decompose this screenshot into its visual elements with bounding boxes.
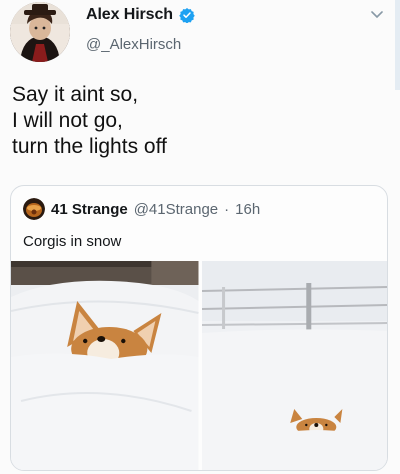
quoted-avatar[interactable] xyxy=(23,198,45,220)
quoted-separator: · xyxy=(224,200,230,218)
tweet-body: Say it aint so, I will not go, turn the … xyxy=(12,82,382,160)
photo-corgi-closeup[interactable] xyxy=(11,261,199,470)
photo-grid xyxy=(11,261,387,470)
scroll-rail xyxy=(395,0,400,90)
author-avatar[interactable] xyxy=(10,2,70,62)
quoted-handle[interactable]: @41Strange xyxy=(134,201,218,218)
verified-badge-icon xyxy=(179,8,195,23)
quoted-text: Corgis in snow xyxy=(23,233,122,250)
quoted-header: 41 Strange @41Strange · 16h xyxy=(23,198,260,220)
quoted-timestamp[interactable]: 16h xyxy=(235,201,260,218)
quoted-display-name[interactable]: 41 Strange xyxy=(51,201,128,218)
author-handle[interactable]: @_AlexHirsch xyxy=(86,36,181,53)
tweet-line: turn the lights off xyxy=(12,135,167,158)
photo-corgi-distant[interactable] xyxy=(201,261,387,470)
author-display-name[interactable]: Alex Hirsch xyxy=(86,6,173,24)
quoted-tweet[interactable]: 41 Strange @41Strange · 16h Corgis in sn… xyxy=(10,185,388,471)
tweet-line: Say it aint so, xyxy=(12,83,139,106)
author-name-row[interactable]: Alex Hirsch xyxy=(86,6,195,24)
chevron-down-icon[interactable] xyxy=(370,10,384,20)
tweet-line: I will not go, xyxy=(12,109,123,132)
tweet-card[interactable]: Alex Hirsch @_AlexHirsch Say it aint so,… xyxy=(0,0,400,474)
